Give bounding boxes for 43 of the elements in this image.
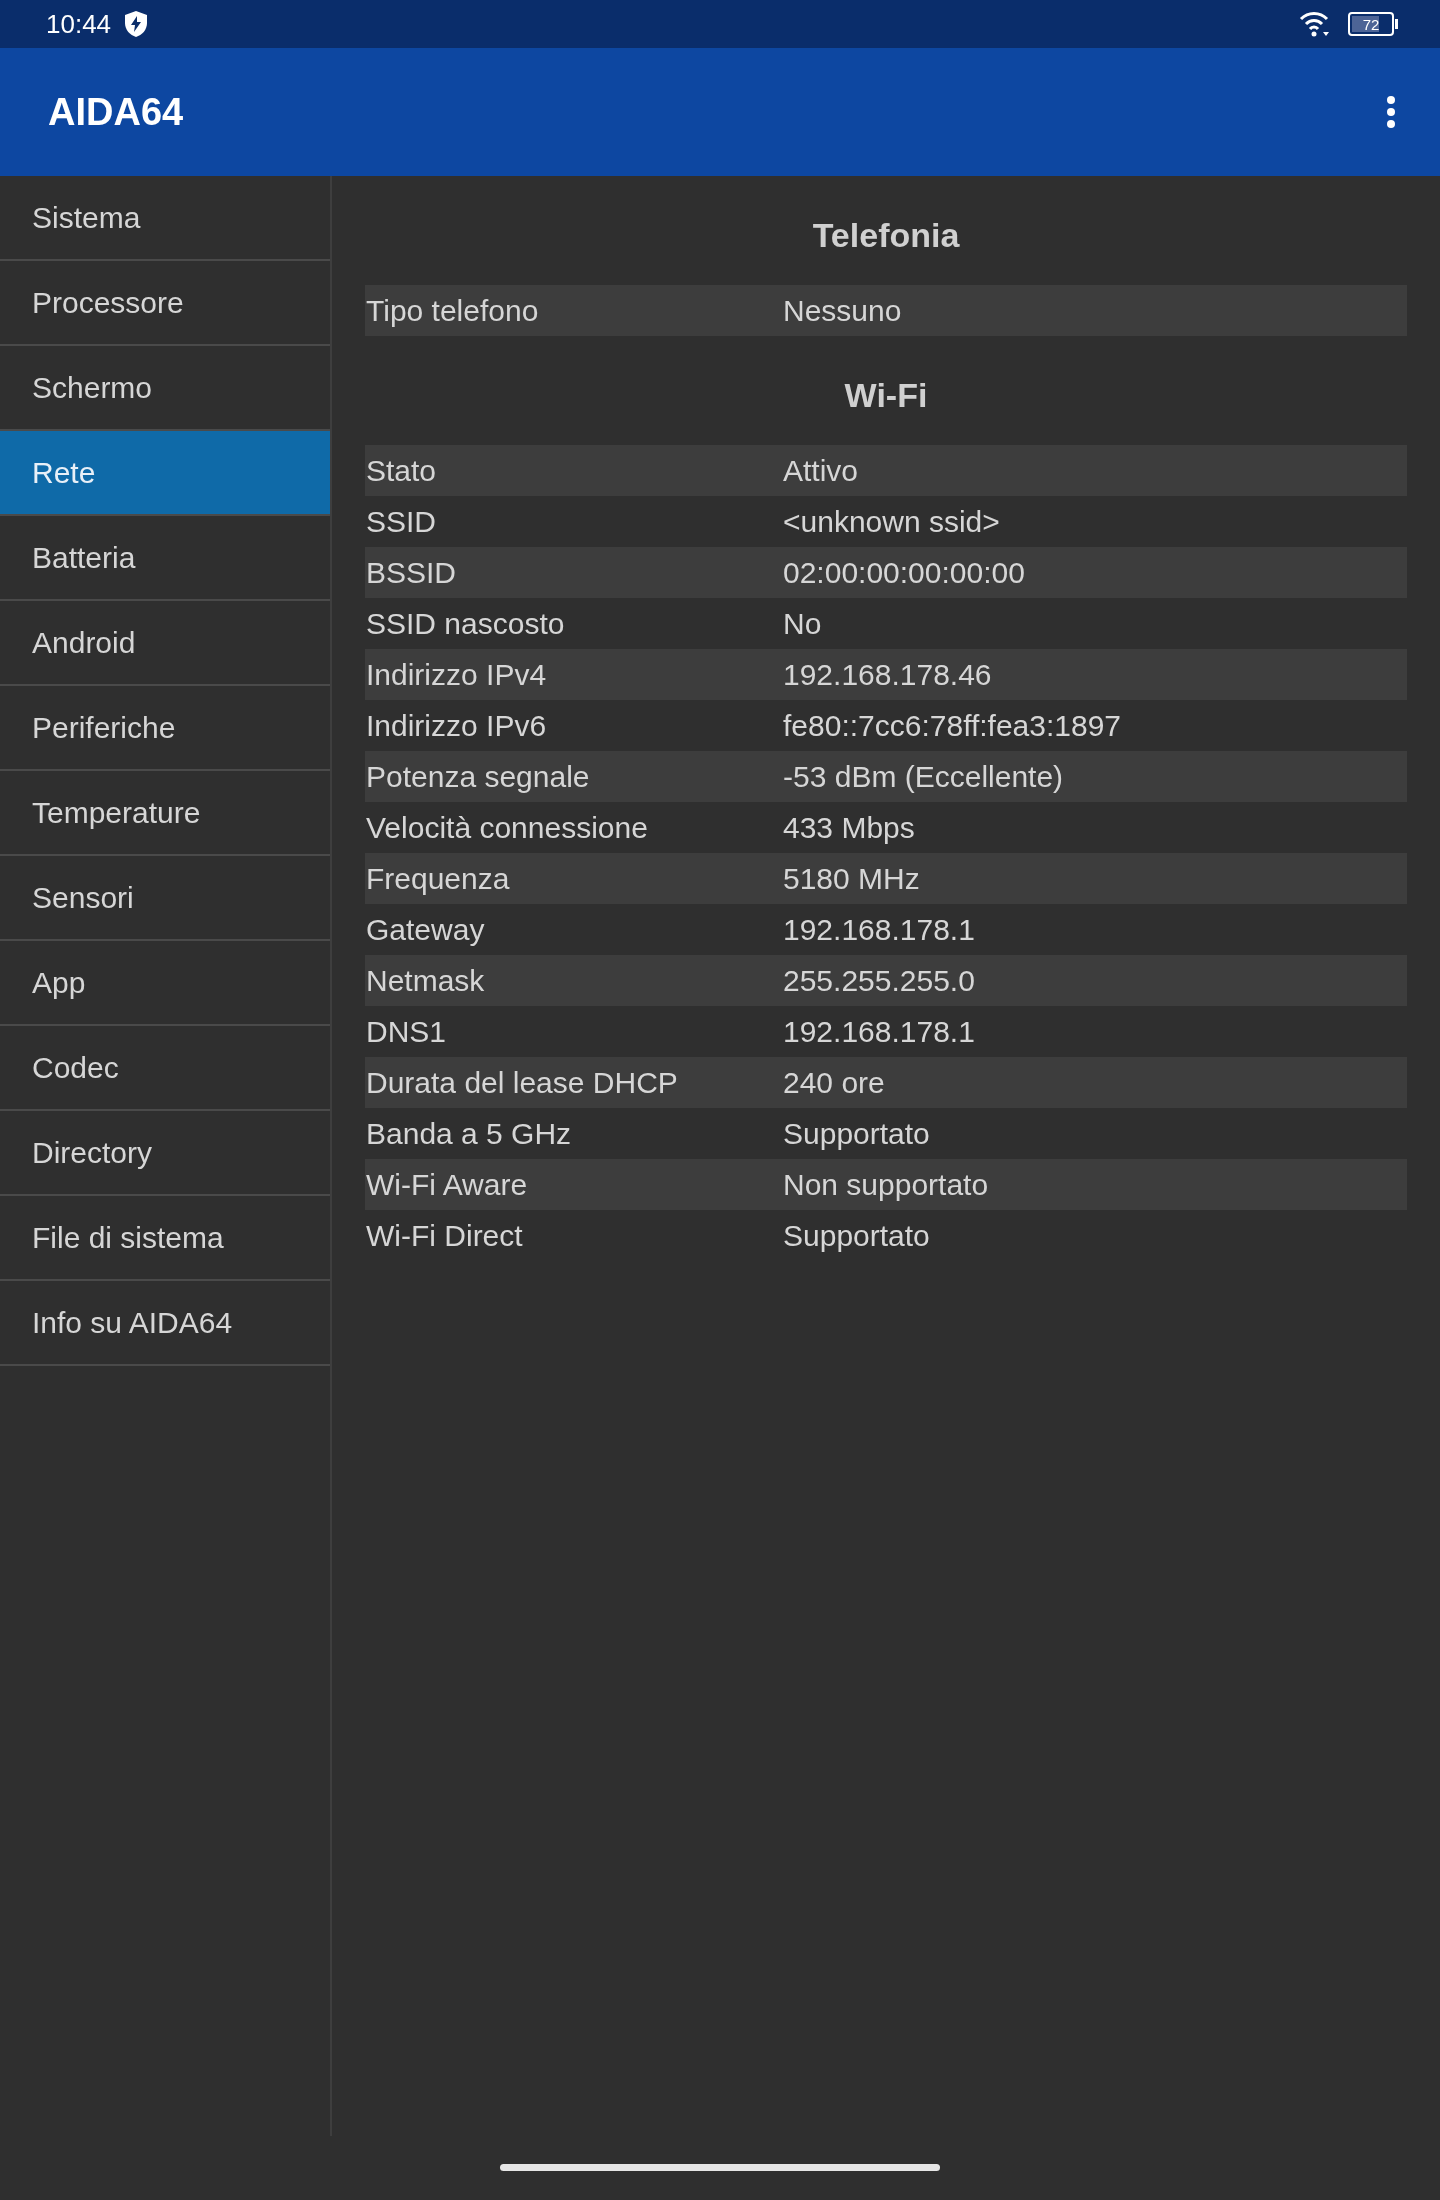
row-value: Supportato (783, 1218, 930, 1253)
row-label: Wi-Fi Aware (365, 1167, 529, 1202)
row-value: 192.168.178.46 (783, 657, 992, 692)
row-value: 192.168.178.1 (783, 912, 975, 947)
app-title: AIDA64 (48, 90, 184, 134)
more-vertical-icon (1386, 95, 1396, 129)
row-label: Stato (365, 453, 438, 488)
row-value: fe80::7cc6:78ff:fea3:1897 (783, 708, 1122, 743)
clock-time: 10:44 (46, 8, 112, 40)
row-value: 433 Mbps (783, 810, 915, 845)
row-label: SSID nascosto (365, 606, 566, 641)
row-value: 192.168.178.1 (783, 1014, 975, 1049)
row-label: Durata del lease DHCP (365, 1065, 679, 1100)
row-value: Supportato (783, 1116, 930, 1151)
row-value: 240 ore (783, 1065, 885, 1100)
row-label: Indirizzo IPv4 (365, 657, 548, 692)
row-label: Indirizzo IPv6 (365, 708, 548, 743)
row-value: 02:00:00:00:00:00 (783, 555, 1025, 590)
row-value: 255.255.255.0 (783, 963, 975, 998)
row-label: Tipo telefono (365, 293, 540, 328)
row-label: Wi-Fi Direct (365, 1218, 524, 1253)
row-value: 5180 MHz (783, 861, 920, 896)
row-label: Netmask (365, 963, 486, 998)
row-label: Frequenza (365, 861, 511, 896)
row-value: -53 dBm (Eccellente) (783, 759, 1064, 794)
row-label: BSSID (365, 555, 458, 590)
shield-icon (123, 10, 150, 38)
section-title: Telefonia (811, 215, 961, 256)
row-value: Non supportato (783, 1167, 989, 1202)
row-value: <unknown ssid> (783, 504, 1000, 539)
row-label: Gateway (365, 912, 486, 947)
row-value: Nessuno (783, 293, 902, 328)
sidebar-item[interactable]: Rete (0, 431, 330, 516)
section-title: Wi-Fi (843, 375, 929, 416)
row-label: Banda a 5 GHz (365, 1116, 573, 1151)
row-value: No (783, 606, 822, 641)
row-label: Potenza segnale (365, 759, 591, 794)
wifi-icon (1298, 10, 1330, 38)
gesture-handle[interactable] (500, 2164, 940, 2171)
row-label: SSID (365, 504, 438, 539)
row-value: Attivo (783, 453, 859, 488)
row-label: Velocità connessione (365, 810, 649, 845)
row-label: DNS1 (365, 1014, 448, 1049)
